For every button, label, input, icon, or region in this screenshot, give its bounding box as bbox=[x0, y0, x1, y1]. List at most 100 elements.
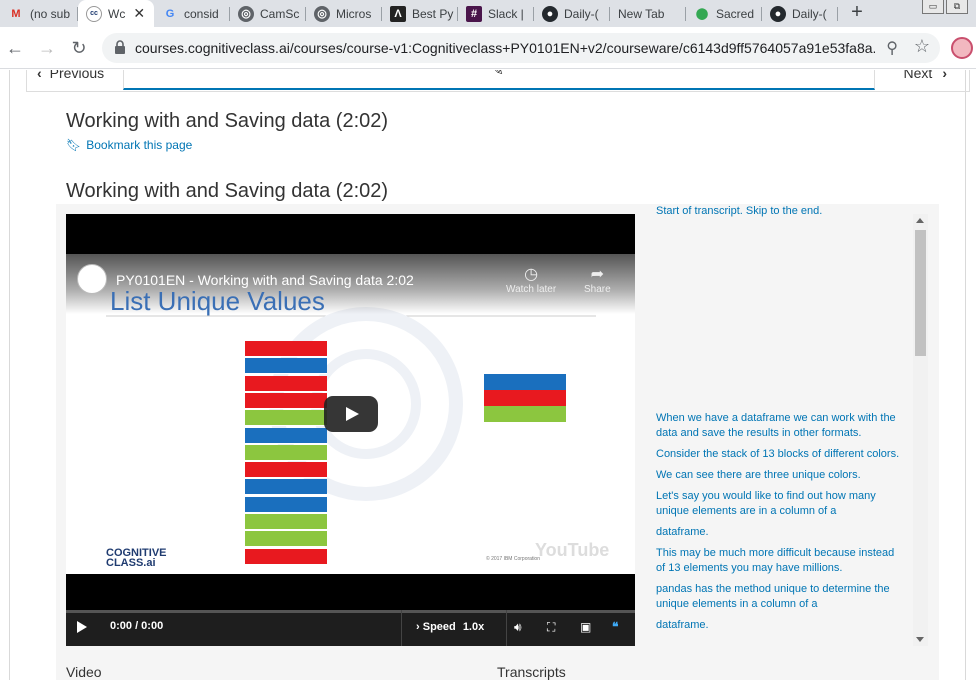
cognitiveclass-logo-icon[interactable] bbox=[77, 264, 107, 294]
sequence-nav: ‹ Previous ✎ Next › bbox=[26, 70, 970, 92]
edit-icon: ✎ bbox=[492, 70, 504, 78]
tab-microsoft[interactable]: ◎ Micros bbox=[306, 0, 382, 27]
transcript-line[interactable]: dataframe. bbox=[656, 525, 906, 540]
bookmark-icon: 🔖︎ bbox=[66, 138, 82, 152]
chevron-left-icon: ‹ bbox=[37, 70, 42, 81]
scroll-thumb[interactable] bbox=[915, 230, 926, 356]
tab-working-with-data[interactable]: cc Wc ✕ bbox=[78, 0, 154, 27]
color-block-green bbox=[245, 444, 327, 461]
globe-icon: ◎ bbox=[238, 5, 254, 22]
profile-avatar[interactable] bbox=[951, 37, 973, 59]
close-tab-icon[interactable]: ✕ bbox=[133, 5, 145, 22]
color-block-blue bbox=[245, 496, 327, 513]
tab-label: (no sub bbox=[30, 6, 71, 21]
chevron-right-icon: › bbox=[942, 70, 947, 81]
browser-toolbar: ← → ↻ courses.cognitiveclass.ai/courses/… bbox=[0, 27, 976, 69]
tab-label: consid bbox=[184, 6, 219, 21]
tab-label: Wc bbox=[108, 6, 126, 21]
transcript-panel: Start of transcript. Skip to the end. Wh… bbox=[656, 204, 906, 644]
unique-block-red bbox=[484, 390, 566, 406]
maps-icon: ⬤ bbox=[695, 8, 709, 20]
color-block-green bbox=[245, 531, 327, 548]
progress-bar[interactable] bbox=[66, 610, 635, 613]
github-icon: ● bbox=[770, 5, 786, 22]
unit-title: Working with and Saving data (2:02) bbox=[66, 110, 389, 132]
tab-github-daily-2[interactable]: ● Daily-( bbox=[762, 0, 838, 27]
tab-gmail[interactable]: M (no sub bbox=[0, 0, 78, 27]
sequence-active-unit[interactable]: ✎ bbox=[123, 70, 875, 90]
color-block-red bbox=[245, 392, 327, 409]
time-display: 0:00 / 0:00 bbox=[110, 620, 164, 632]
gmail-icon: M bbox=[11, 7, 21, 20]
scroll-up-icon[interactable] bbox=[916, 218, 924, 223]
lock-icon bbox=[115, 40, 125, 54]
tab-sacred[interactable]: ⬤ Sacred bbox=[686, 0, 762, 27]
previous-button[interactable]: ‹ Previous bbox=[37, 70, 104, 81]
cognitiveclass-icon: cc bbox=[86, 5, 102, 22]
tab-github-daily[interactable]: ● Daily-( bbox=[534, 0, 610, 27]
speed-control[interactable]: › Speed 1.0x bbox=[401, 610, 507, 646]
bookmark-link[interactable]: 🔖︎ Bookmark this page bbox=[66, 138, 192, 152]
address-bar[interactable]: courses.cognitiveclass.ai/courses/course… bbox=[102, 33, 940, 63]
transcript-toggle-icon[interactable]: ❝ bbox=[612, 620, 618, 634]
video-title[interactable]: PY0101EN - Working with and Saving data … bbox=[116, 272, 414, 288]
brand-logo: COGNITIVE CLASS.ai bbox=[106, 547, 167, 569]
tab-label: Daily-( bbox=[564, 6, 599, 21]
color-block-blue bbox=[245, 427, 327, 444]
transcript-skip-link[interactable]: Start of transcript. Skip to the end. bbox=[656, 204, 906, 219]
unique-block-green bbox=[484, 406, 566, 422]
forward-button[interactable]: → bbox=[36, 37, 58, 59]
transcript-line[interactable]: We can see there are three unique colors… bbox=[656, 468, 906, 483]
globe-icon: ◎ bbox=[314, 5, 330, 22]
share-icon: ➦ bbox=[590, 266, 605, 283]
transcript-line[interactable]: pandas has the method unique to determin… bbox=[656, 582, 906, 612]
tab-best-python[interactable]: Λ Best Py bbox=[382, 0, 458, 27]
transcript-scrollbar[interactable] bbox=[913, 214, 928, 646]
transcript-line[interactable]: dataframe. bbox=[656, 618, 906, 633]
transcript-line[interactable]: When we have a dataframe we can work wit… bbox=[656, 411, 906, 441]
play-icon[interactable] bbox=[77, 621, 87, 633]
closed-captions-icon[interactable]: ▣ bbox=[580, 620, 591, 634]
color-block-green bbox=[245, 410, 327, 427]
share-button[interactable]: ➦ Share bbox=[584, 264, 611, 295]
fullscreen-icon[interactable]: ⛶ bbox=[547, 620, 555, 635]
slide-title: List Unique Values bbox=[110, 286, 325, 316]
scroll-down-icon[interactable] bbox=[916, 637, 924, 642]
tab-slack[interactable]: # Slack | bbox=[458, 0, 534, 27]
transcript-line[interactable]: This may be much more difficult because … bbox=[656, 546, 906, 576]
transcripts-download-label: Transcripts bbox=[497, 664, 566, 680]
transcript-line[interactable]: Consider the stack of 13 blocks of diffe… bbox=[656, 447, 906, 462]
tab-new-tab[interactable]: New Tab bbox=[610, 0, 686, 27]
reload-button[interactable]: ↻ bbox=[68, 37, 90, 59]
unique-block-blue bbox=[484, 374, 566, 390]
color-block-blue bbox=[245, 479, 327, 496]
tab-camscanner[interactable]: ◎ CamSc bbox=[230, 0, 306, 27]
tab-label: New Tab bbox=[618, 6, 665, 21]
color-block-red bbox=[245, 341, 327, 357]
zoom-icon[interactable]: ⚲ bbox=[886, 38, 898, 58]
minimize-window-button[interactable]: ▭ bbox=[922, 0, 944, 14]
transcript-line[interactable]: Let's say you would like to find out how… bbox=[656, 489, 906, 519]
video-player[interactable]: List Unique Values PY0101EN - Working wi… bbox=[66, 214, 635, 646]
google-icon: G bbox=[165, 7, 175, 20]
url-text[interactable]: courses.cognitiveclass.ai/courses/course… bbox=[135, 40, 875, 56]
youtube-logo[interactable]: YouTube bbox=[535, 540, 609, 561]
tab-google[interactable]: G consid bbox=[154, 0, 230, 27]
tab-label: CamSc bbox=[260, 6, 300, 21]
back-button[interactable]: ← bbox=[4, 37, 26, 59]
app-icon: Λ bbox=[390, 5, 406, 22]
color-block-green bbox=[245, 514, 327, 530]
watch-later-button[interactable]: ◷ Watch later bbox=[506, 264, 556, 295]
tab-label: Micros bbox=[336, 6, 372, 21]
new-tab-button[interactable]: + bbox=[846, 2, 868, 24]
restore-window-button[interactable]: ⧉ bbox=[946, 0, 968, 14]
tab-strip: M (no sub cc Wc ✕ G consid ◎ CamSc ◎ Mic… bbox=[0, 0, 976, 27]
play-overlay-button[interactable] bbox=[324, 396, 378, 432]
video-controls: 0:00 / 0:00 › Speed 1.0x 🔊︎ ⛶ ▣ ❝ bbox=[66, 610, 635, 646]
tab-label: Daily-( bbox=[792, 6, 827, 21]
bookmark-star-icon[interactable]: ☆ bbox=[914, 36, 930, 57]
volume-icon[interactable]: 🔊︎ bbox=[514, 620, 522, 635]
next-button[interactable]: Next › bbox=[904, 70, 947, 81]
copyright-text: © 2017 IBM Corporation bbox=[486, 556, 540, 562]
color-block-red bbox=[245, 548, 327, 565]
